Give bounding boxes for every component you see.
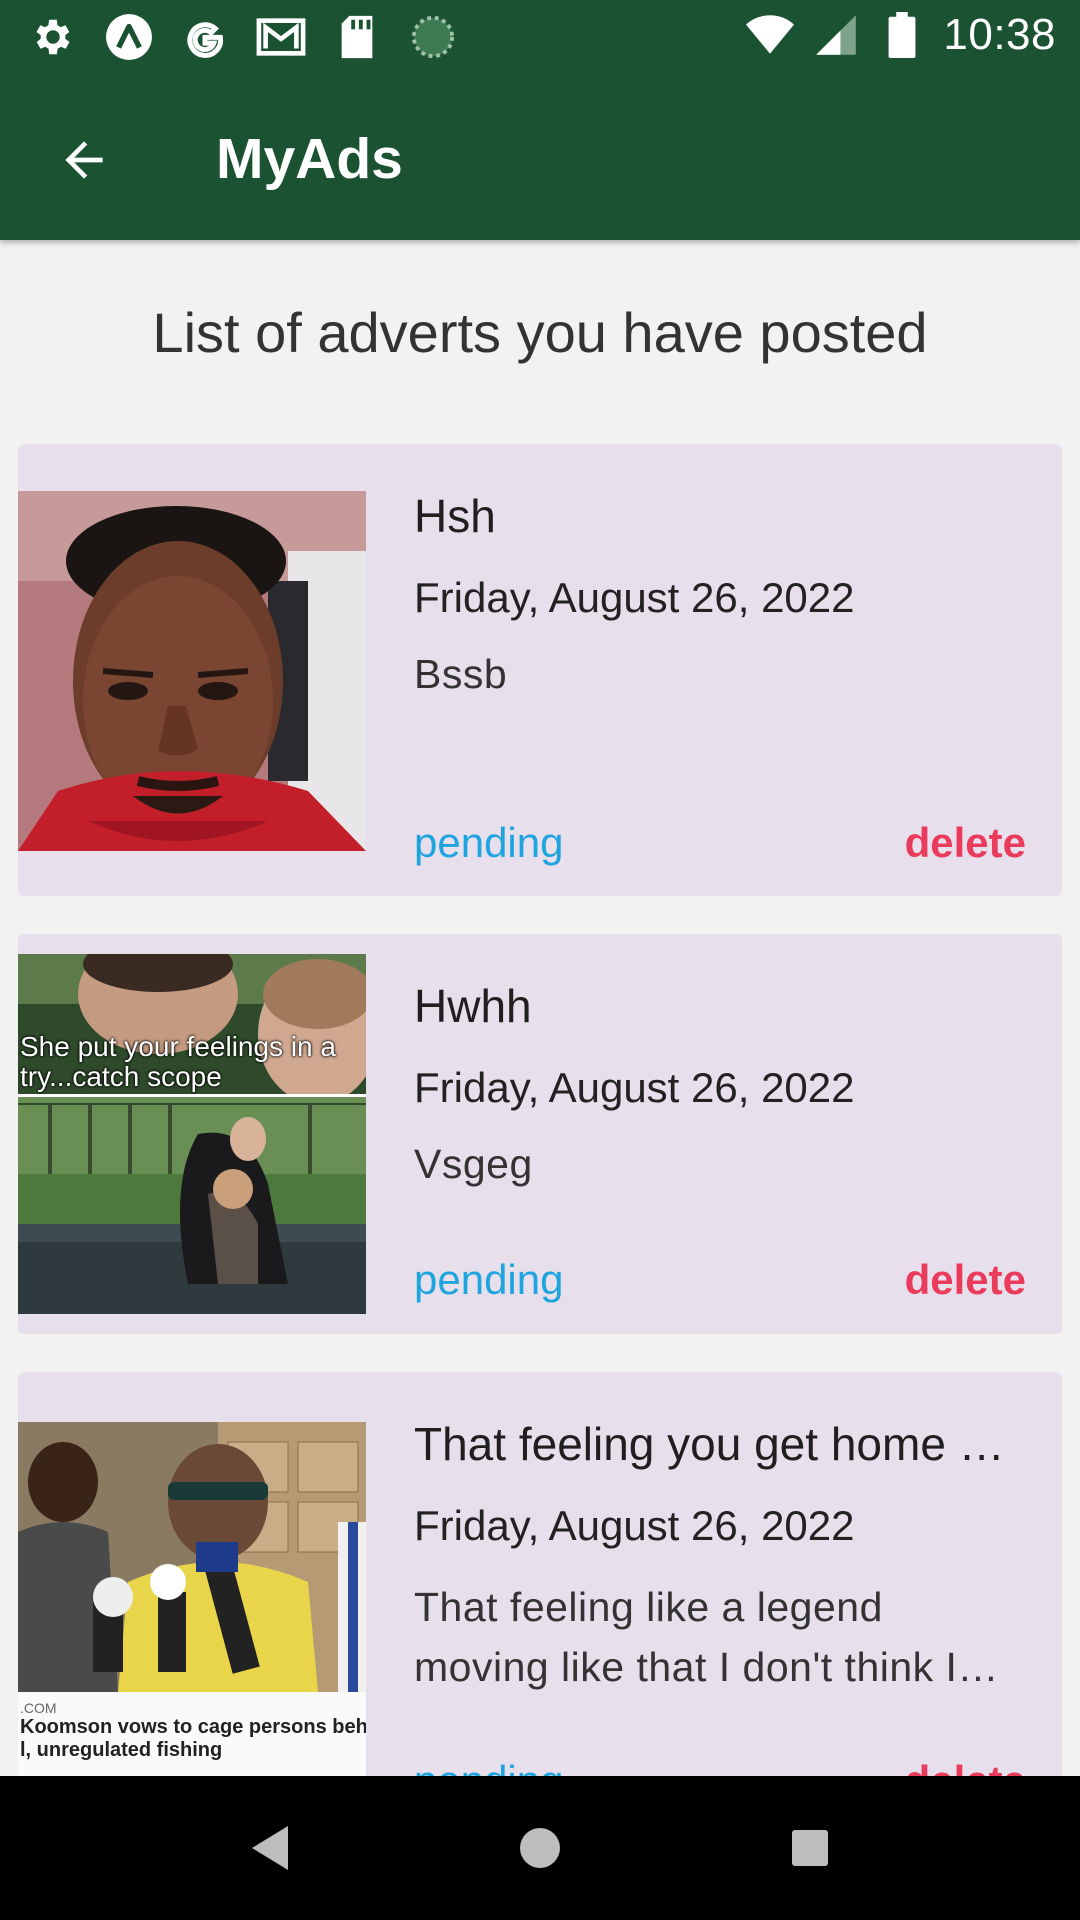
cell-signal-icon [811, 10, 861, 60]
arrow-back-icon [65, 141, 103, 179]
ad-image-caption: She put your feelings in a try...catch s… [20, 1031, 336, 1092]
nav-back-button[interactable] [238, 1816, 302, 1880]
ad-card[interactable]: Hsh Friday, August 26, 2022 Bssb pending… [18, 444, 1062, 896]
ad-image [18, 491, 366, 851]
ad-image-headline-line: Koomson vows to cage persons behind [20, 1716, 366, 1738]
status-bar: 10:38 [0, 0, 1080, 74]
delete-button[interactable]: delete [905, 1256, 1026, 1304]
app-bar: MyAds [0, 74, 1080, 240]
wifi-icon [745, 10, 795, 60]
ad-image: She put your feelings in a try...catch s… [18, 954, 366, 1314]
ad-status[interactable]: pending [414, 1757, 563, 1776]
ad-image: .COM Koomson vows to cage persons behind… [18, 1422, 366, 1776]
ad-card[interactable]: She put your feelings in a try...catch s… [18, 934, 1062, 1334]
status-time: 10:38 [943, 10, 1056, 59]
ad-status[interactable]: pending [414, 1256, 563, 1304]
ad-description: Bssb [414, 651, 508, 697]
back-triangle-icon [252, 1826, 288, 1870]
ad-date: Friday, August 26, 2022 [414, 1502, 855, 1549]
delete-button[interactable]: delete [905, 819, 1026, 867]
app-title: MyAds [216, 127, 403, 191]
ad-title: Hsh [414, 490, 496, 542]
loading-icon [408, 12, 458, 62]
nav-recents-button[interactable] [778, 1816, 842, 1880]
google-icon [180, 12, 230, 62]
status-left-icons [28, 12, 458, 62]
ads-list[interactable]: Hsh Friday, August 26, 2022 Bssb pending… [0, 444, 1080, 1776]
ad-image-headline-line: l, unregulated fishing [20, 1739, 223, 1761]
recents-square-icon [792, 1830, 828, 1866]
status-right-icons: 10:38 [745, 10, 1056, 60]
ad-date: Friday, August 26, 2022 [414, 1064, 855, 1111]
ad-image-headline: .COM Koomson vows to cage persons behind… [18, 1692, 366, 1776]
ad-description: Vsgeg [414, 1141, 533, 1187]
sd-card-icon [332, 12, 382, 62]
arc-icon [104, 12, 154, 62]
ad-description: That feeling like a legend moving like t… [414, 1584, 999, 1690]
back-button[interactable] [48, 124, 120, 196]
ad-title: Hwhh [414, 980, 532, 1032]
ad-title: That feeling you get home … [414, 1418, 1005, 1470]
delete-button[interactable]: delete [905, 1757, 1026, 1776]
ad-date: Friday, August 26, 2022 [414, 574, 855, 621]
ad-status[interactable]: pending [414, 819, 563, 867]
settings-icon [28, 12, 78, 62]
gmail-icon [256, 12, 306, 62]
home-circle-icon [520, 1828, 560, 1868]
ad-card[interactable]: .COM Koomson vows to cage persons behind… [18, 1372, 1062, 1776]
navigation-bar [0, 1776, 1080, 1920]
battery-icon [877, 10, 927, 60]
nav-home-button[interactable] [508, 1816, 572, 1880]
page-heading: List of adverts you have posted [152, 301, 928, 364]
ad-image-source: .COM [20, 1700, 57, 1716]
